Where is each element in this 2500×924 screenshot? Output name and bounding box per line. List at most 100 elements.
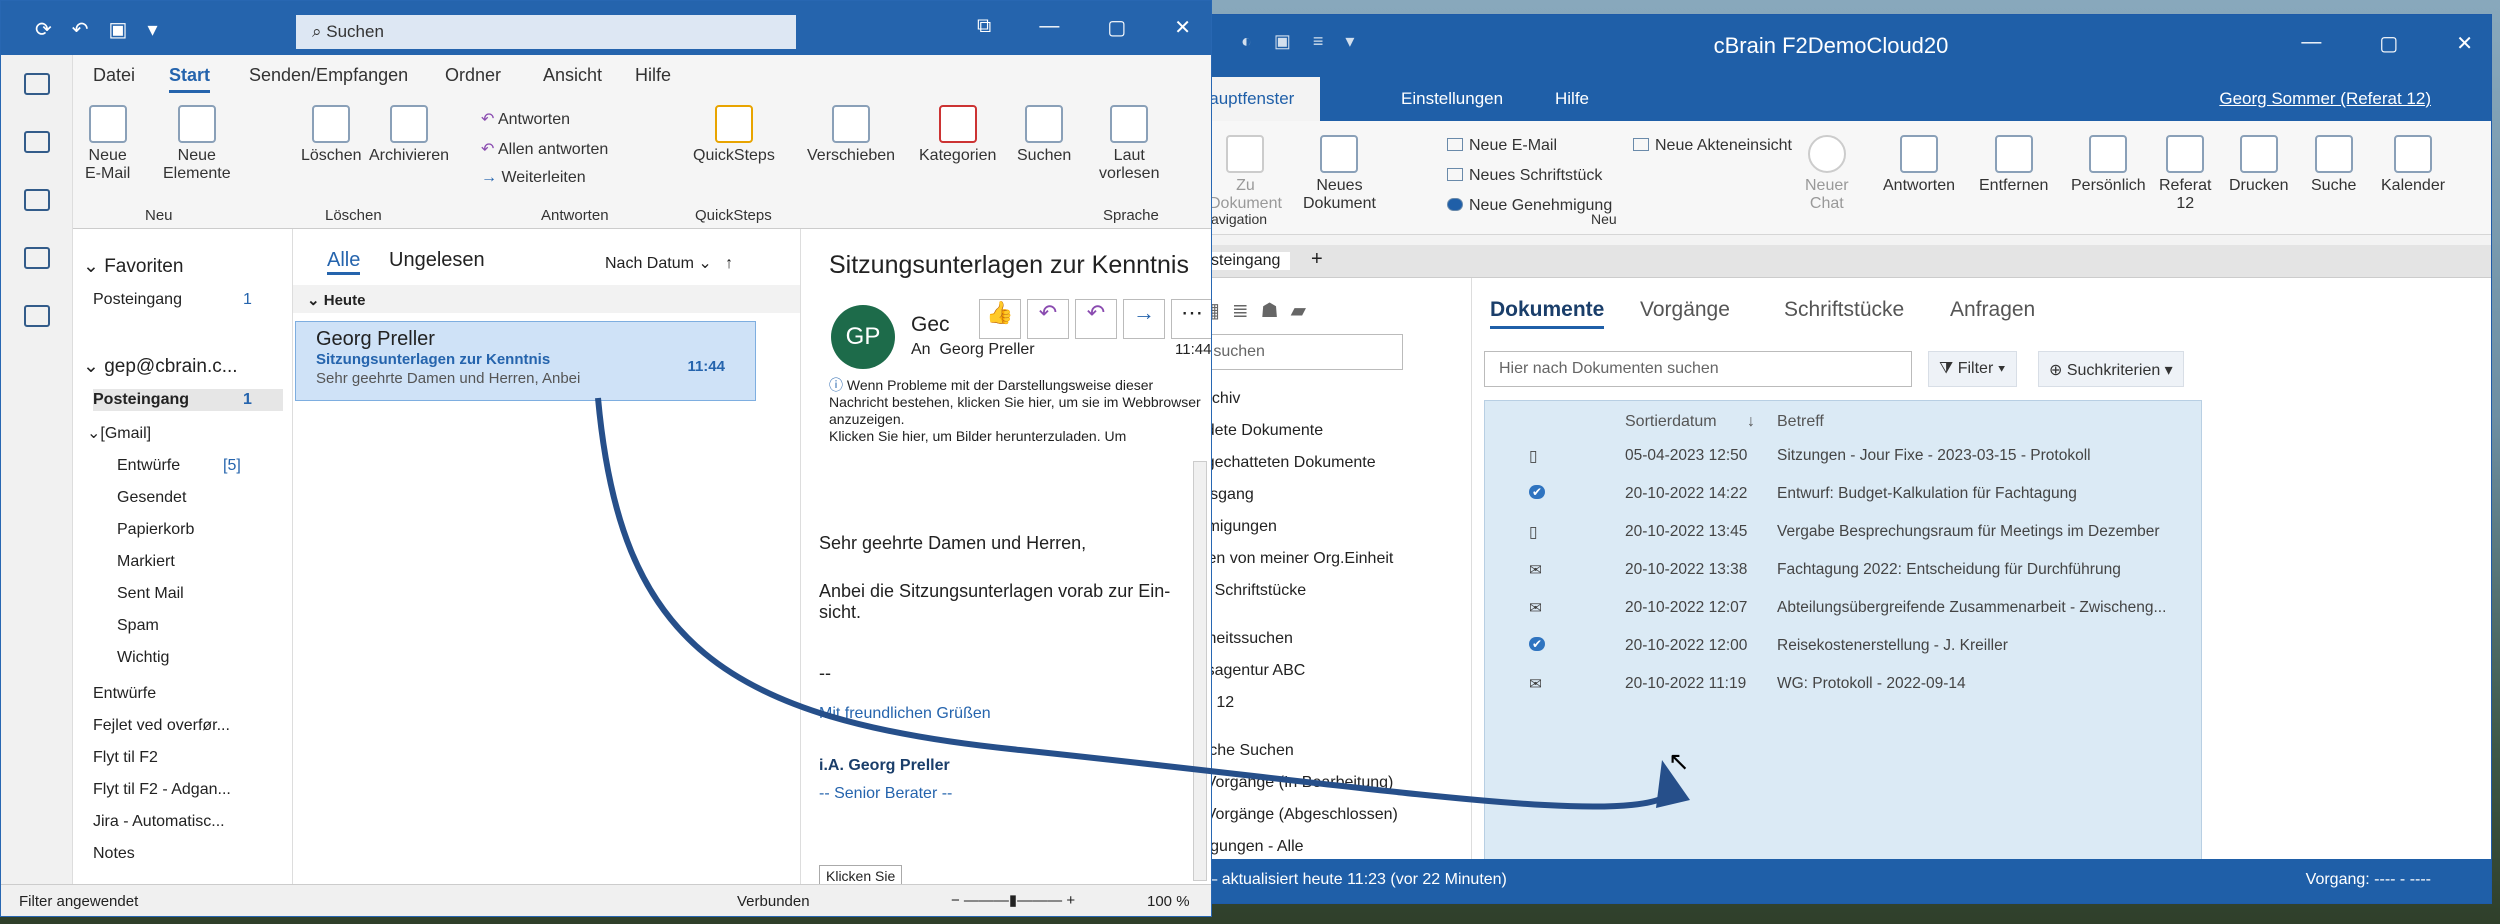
col-sortierdatum[interactable]: Sortierdatum xyxy=(1625,413,1717,431)
folder-item[interactable]: Gesendet xyxy=(117,489,186,507)
tab-vorgaenge[interactable]: Vorgänge xyxy=(1640,298,1730,322)
referat-button[interactable]: Referat 12 xyxy=(2159,135,2211,213)
folder-item[interactable]: Flyt til F2 xyxy=(93,749,158,767)
drucken-button[interactable]: Drucken xyxy=(2229,135,2289,195)
maximize-icon[interactable]: ▢ xyxy=(1107,15,1126,40)
neue-akteneinsicht-button[interactable]: Neue Akteneinsicht xyxy=(1633,137,1792,155)
info-bar[interactable]: ⓘ Wenn Probleme mit der Darstellungsweis… xyxy=(829,377,1209,445)
reading-scrollbar[interactable] xyxy=(1193,461,1207,881)
minimize-icon[interactable]: — xyxy=(2301,31,2321,56)
neues-dokument-button[interactable]: Neues Dokument xyxy=(1303,135,1376,213)
tab-hilfe[interactable]: Hilfe xyxy=(1555,89,1589,109)
tab-alle[interactable]: Alle xyxy=(327,249,361,275)
add-tab-icon[interactable]: + xyxy=(1311,248,1323,271)
mail-icon[interactable] xyxy=(23,73,50,95)
image-placeholder[interactable]: Klicken Sie xyxy=(819,865,903,884)
loeschen-button[interactable]: Löschen xyxy=(301,105,362,165)
reply-all-icon[interactable]: ↶ xyxy=(1075,299,1117,339)
neue-email-button[interactable]: Neue E-Mail xyxy=(85,105,130,183)
folder-item[interactable]: Sent Mail xyxy=(117,585,184,603)
nav-toolbar-icons[interactable]: ▦≣☗▰ xyxy=(1201,298,1318,323)
message-item[interactable]: Georg Preller Sitzungsunterlagen zur Ken… xyxy=(295,321,756,401)
more-icon[interactable]: ⋯ xyxy=(1171,299,1211,339)
tab-einstellungen[interactable]: Einstellungen xyxy=(1401,89,1503,109)
folder-item[interactable]: Spam xyxy=(117,617,159,635)
folder-item[interactable]: Entwürfe [5] xyxy=(117,457,241,475)
tab-schriftstuecke[interactable]: Schriftstücke xyxy=(1784,298,1904,322)
table-row[interactable]: ▯ 20-10-2022 13:45 Vergabe Besprechungsrau… xyxy=(1485,513,2201,551)
undo-icon[interactable]: ↶ xyxy=(72,17,89,42)
nav-search-input[interactable]: n suchen xyxy=(1191,334,1403,370)
neue-elemente-button[interactable]: Neue Elemente xyxy=(163,105,231,183)
restore-icon[interactable]: ⧉ xyxy=(977,15,991,40)
sync-icon[interactable]: ⟳ xyxy=(35,17,52,42)
customize-icon[interactable]: ▾ xyxy=(147,17,157,42)
folder-item[interactable]: Notes xyxy=(93,845,135,863)
archivieren-button[interactable]: Archivieren xyxy=(369,105,449,165)
suchen-button[interactable]: Suchen xyxy=(1017,105,1071,165)
account-header[interactable]: ⌄ gep@cbrain.c... xyxy=(83,355,238,378)
sort-arrow-icon[interactable]: ↓ xyxy=(1747,413,1755,431)
verschieben-button[interactable]: Verschieben xyxy=(807,105,895,165)
folder-item[interactable]: Jira - Automatisc... xyxy=(93,813,225,831)
menu-hilfe[interactable]: Hilfe xyxy=(635,65,671,86)
zu-dokument-button[interactable]: Zu Dokument xyxy=(1209,135,1282,213)
tasks-icon[interactable] xyxy=(23,247,50,269)
table-row[interactable]: ✉ 20-10-2022 12:07 Abteilungsübergreifende… xyxy=(1485,589,2201,627)
save-icon[interactable]: ▣ xyxy=(109,17,128,42)
minimize-icon[interactable]: — xyxy=(1039,15,1059,40)
close-icon[interactable]: ✕ xyxy=(2456,31,2473,56)
close-icon[interactable]: ✕ xyxy=(1174,15,1191,40)
neue-email-button[interactable]: Neue E-Mail xyxy=(1447,137,1557,155)
tab-ungelesen[interactable]: Ungelesen xyxy=(389,249,485,272)
reply-icon[interactable]: ↶ xyxy=(1027,299,1069,339)
user-link[interactable]: Georg Sommer (Referat 12) xyxy=(2219,89,2431,109)
outlook-search-input[interactable]: ⌕ Suchen xyxy=(296,15,796,49)
neue-genehmigung-button[interactable]: Neue Genehmigung xyxy=(1447,197,1612,215)
menu-start[interactable]: Start xyxy=(169,65,211,93)
favoriten-header[interactable]: ⌄ Favoriten xyxy=(83,255,183,278)
calendar-icon[interactable] xyxy=(23,131,50,153)
menu-senden[interactable]: Senden/Empfangen xyxy=(249,65,408,86)
sort-dropdown[interactable]: Nach Datum ⌄ ↑ xyxy=(605,253,733,273)
kalender-button[interactable]: Kalender xyxy=(2381,135,2445,195)
fav-posteingang[interactable]: Posteingang 1 xyxy=(93,291,252,309)
entfernen-button[interactable]: Entfernen xyxy=(1979,135,2048,195)
folder-item[interactable]: Papierkorb xyxy=(117,521,194,539)
antworten-button[interactable]: ↶ Antworten xyxy=(481,109,570,129)
folder-item[interactable]: Flyt til F2 - Adgan... xyxy=(93,781,231,799)
folder-item[interactable]: Entwürfe xyxy=(93,685,156,703)
folder-item[interactable]: Fejlet ved overfør... xyxy=(93,717,230,735)
forward-icon[interactable]: → xyxy=(1123,299,1165,339)
allen-antworten-button[interactable]: ↶ Allen antworten xyxy=(481,139,608,159)
tab-anfragen[interactable]: Anfragen xyxy=(1950,298,2035,322)
persoenlich-button[interactable]: Persönlich xyxy=(2071,135,2146,195)
tab-dokumente[interactable]: Dokumente xyxy=(1490,298,1605,329)
menu-ansicht[interactable]: Ansicht xyxy=(543,65,602,86)
laut-vorlesen-button[interactable]: Laut vorlesen xyxy=(1099,105,1159,183)
tab-posteingang[interactable]: steingang xyxy=(1201,252,1291,270)
menu-ordner[interactable]: Ordner xyxy=(445,65,501,86)
suchkriterien-button[interactable]: ⊕ Suchkriterien ▾ xyxy=(2038,351,2184,387)
people-icon[interactable] xyxy=(23,189,50,211)
menu-datei[interactable]: Datei xyxy=(93,65,135,86)
folder-posteingang[interactable]: Posteingang 1 xyxy=(93,389,283,411)
table-row[interactable]: ▯ 05-04-2023 12:50 Sitzungen - Jour Fixe -… xyxy=(1485,437,2201,475)
table-row[interactable]: ✉ 20-10-2022 11:19 WG: Protokoll - 2022-09… xyxy=(1485,665,2201,703)
folder-gmail[interactable]: ⌄[Gmail] xyxy=(87,423,151,443)
suche-button[interactable]: Suche xyxy=(2311,135,2356,195)
antworten-button[interactable]: Antworten xyxy=(1883,135,1955,195)
kategorien-button[interactable]: Kategorien xyxy=(919,105,996,165)
apps-icon[interactable] xyxy=(23,305,50,327)
document-search-input[interactable]: Hier nach Dokumenten suchen xyxy=(1484,351,1912,387)
quicksteps-button[interactable]: QuickSteps xyxy=(693,105,775,165)
like-icon[interactable]: 👍 xyxy=(979,299,1021,339)
filter-button[interactable]: ⧩ Filter ▾ xyxy=(1928,351,2017,387)
neuer-chat-button[interactable]: Neuer Chat xyxy=(1805,135,1849,213)
folder-item[interactable]: Wichtig xyxy=(117,649,169,667)
table-row[interactable]: ✉ 20-10-2022 13:38 Fachtagung 2022: Entsch… xyxy=(1485,551,2201,589)
maximize-icon[interactable]: ▢ xyxy=(2379,31,2398,56)
zoom-slider[interactable]: − ———▮——— + xyxy=(951,891,1075,909)
table-row[interactable]: ✔ 20-10-2022 14:22 Entwurf: Budget-Kalkula… xyxy=(1485,475,2201,513)
neues-schriftstueck-button[interactable]: Neues Schriftstück xyxy=(1447,167,1602,185)
